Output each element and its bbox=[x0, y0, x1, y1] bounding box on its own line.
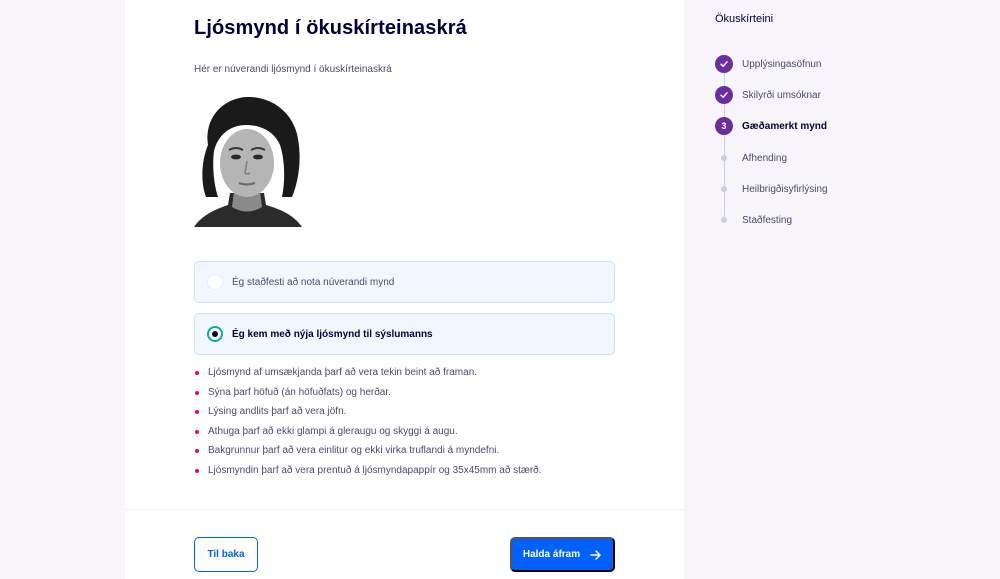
step-afhending: Afhending bbox=[715, 149, 787, 167]
step-label: Afhending bbox=[742, 152, 788, 164]
step-dot bbox=[715, 180, 733, 198]
list-item: Ljósmyndin þarf að vera prentuð á ljósmy… bbox=[194, 464, 542, 484]
list-item: Sýna þarf höfuð (án höfuðfats) og herðar… bbox=[194, 386, 542, 406]
current-license-photo bbox=[194, 97, 302, 227]
back-button-label: Til baka bbox=[207, 549, 245, 560]
page-title: Ljósmynd í ökuskírteinaskrá bbox=[194, 17, 467, 39]
check-icon bbox=[715, 55, 733, 73]
step-label: Heilbrigðisyfirlýsing bbox=[742, 183, 828, 195]
progress-sidebar: Ökuskírteini Upplýsingasöfnun Skilyrði u… bbox=[684, 0, 1000, 579]
step-stadfesting: Staðfesting bbox=[715, 211, 792, 229]
list-item: Athuga þarf að ekki glampi á gleraugu og… bbox=[194, 425, 542, 445]
step-heilbrigdisyfirlysing: Heilbrigðisyfirlýsing bbox=[715, 180, 828, 198]
step-dot bbox=[715, 149, 733, 167]
list-item: Bakgrunnur þarf að vera einlitur og ekki… bbox=[194, 444, 542, 464]
back-button[interactable]: Til baka bbox=[194, 537, 258, 572]
photo-requirements-list: Ljósmynd af umsækjanda þarf að vera teki… bbox=[194, 366, 542, 484]
footer-divider bbox=[125, 509, 684, 510]
continue-button[interactable]: Halda áfram bbox=[510, 537, 615, 572]
list-item: Lýsing andlits þarf að vera jöfn. bbox=[194, 405, 542, 425]
sidebar-title: Ökuskírteini bbox=[715, 13, 774, 25]
intro-text: Hér er núverandi ljósmynd í ökuskírteina… bbox=[194, 64, 392, 75]
continue-button-label: Halda áfram bbox=[522, 549, 581, 560]
radio-checked[interactable] bbox=[207, 326, 223, 342]
step-label: Skilyrði umsóknar bbox=[742, 89, 821, 101]
option-use-current-photo[interactable]: Ég staðfesti að nota núverandi mynd bbox=[194, 261, 615, 303]
left-gutter bbox=[0, 0, 125, 579]
list-item: Ljósmynd af umsækjanda þarf að vera teki… bbox=[194, 366, 542, 386]
check-icon bbox=[715, 86, 733, 104]
step-label: Upplýsingasöfnun bbox=[742, 58, 822, 70]
step-label: Gæðamerkt mynd bbox=[742, 120, 828, 132]
step-skilyrdi-umsoknar: Skilyrði umsóknar bbox=[715, 86, 821, 104]
arrow-right-icon bbox=[590, 549, 602, 560]
option-label: Ég staðfesti að nota núverandi mynd bbox=[232, 276, 395, 288]
step-label: Staðfesting bbox=[742, 214, 793, 226]
option-label: Ég kem með nýja ljósmynd til sýslumanns bbox=[232, 328, 433, 340]
step-number-badge: 3 bbox=[715, 117, 733, 135]
radio-unchecked[interactable] bbox=[207, 274, 223, 290]
step-gaedamerkt-mynd: 3 Gæðamerkt mynd bbox=[715, 117, 827, 135]
option-bring-new-photo[interactable]: Ég kem með nýja ljósmynd til sýslumanns bbox=[194, 313, 615, 355]
step-dot bbox=[715, 211, 733, 229]
step-upplysingasofnun: Upplýsingasöfnun bbox=[715, 55, 822, 73]
main-card: Ljósmynd í ökuskírteinaskrá Hér er núver… bbox=[125, 0, 684, 579]
